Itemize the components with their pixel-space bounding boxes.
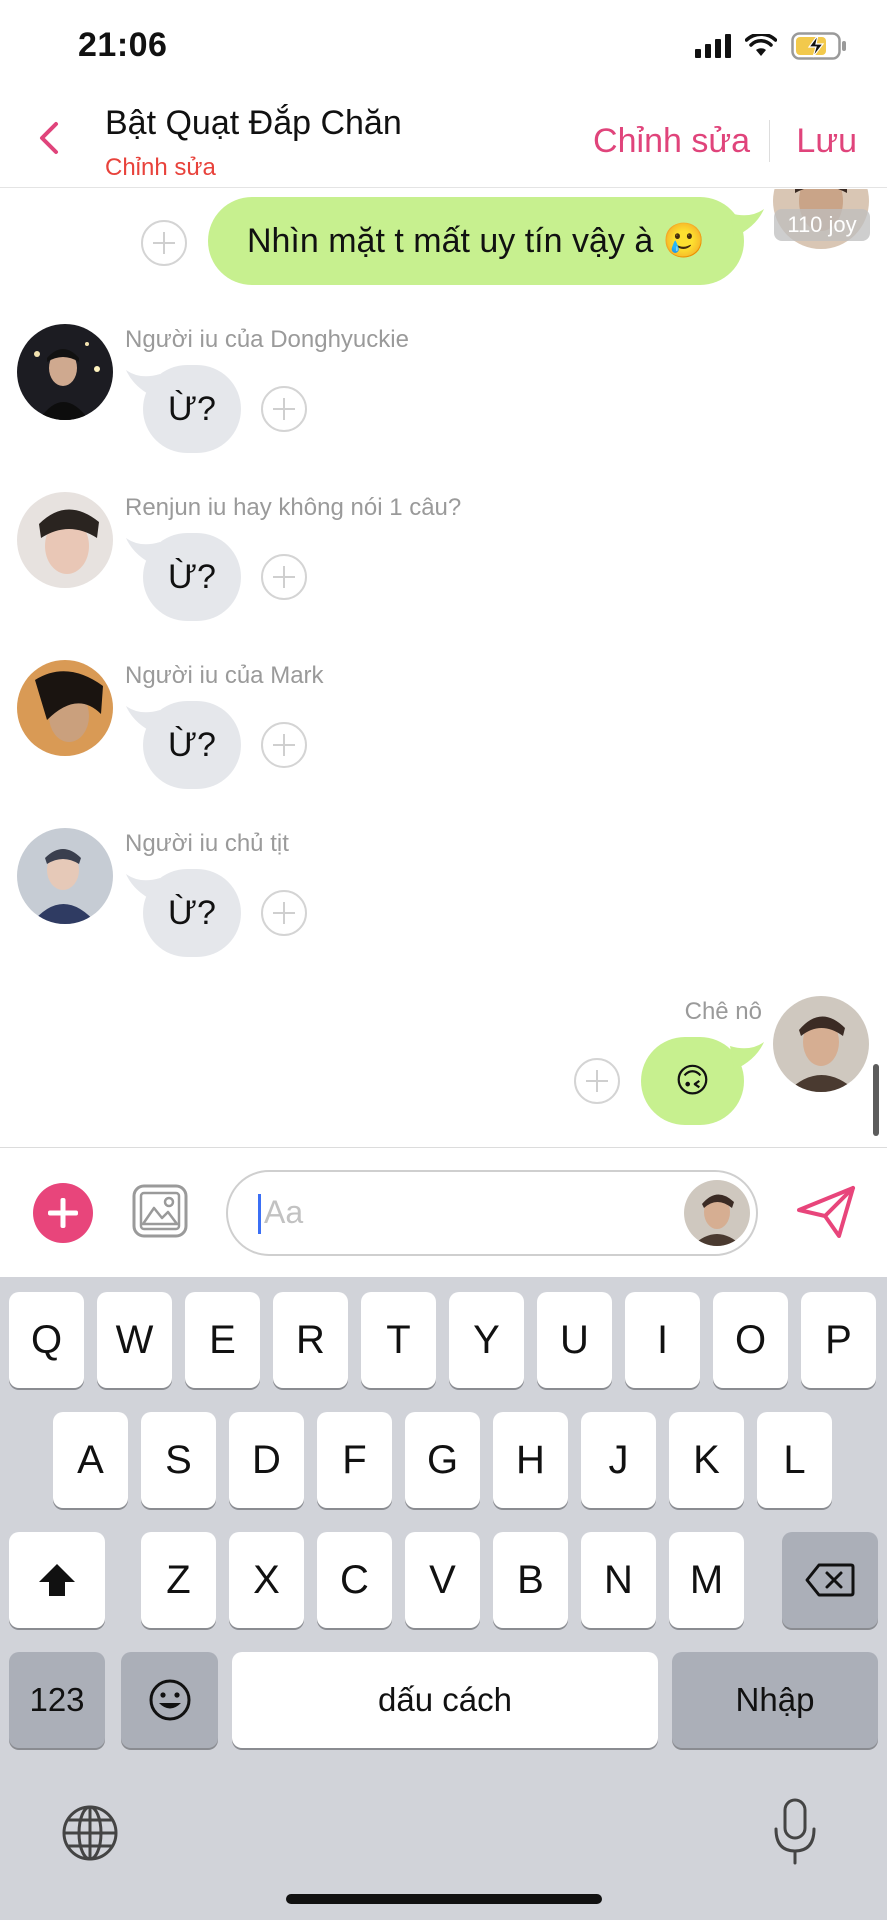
reaction-badge: 110 joy <box>774 209 870 241</box>
bubble-tail <box>730 1042 764 1070</box>
message-bubble[interactable]: Ừ? <box>143 533 241 621</box>
emoji-key[interactable] <box>121 1652 218 1748</box>
sender-name: Người iu của Mark <box>125 662 324 689</box>
key-f[interactable]: F <box>317 1412 392 1508</box>
on-screen-keyboard: Q W E R T Y U I O P A S D F G H J K L Z … <box>0 1277 887 1920</box>
cellular-signal-icon <box>695 34 731 58</box>
key-k[interactable]: K <box>669 1412 744 1508</box>
key-h[interactable]: H <box>493 1412 568 1508</box>
add-reaction-button[interactable] <box>261 386 307 432</box>
back-chevron-icon[interactable] <box>30 118 70 158</box>
sender-name: Người iu của Donghyuckie <box>125 326 409 353</box>
message-text: Ừ? <box>168 389 216 428</box>
key-z[interactable]: Z <box>141 1532 216 1628</box>
message-bubble[interactable]: Ừ? <box>143 869 241 957</box>
message-bubble[interactable]: 🙃 <box>641 1037 744 1125</box>
avatar[interactable] <box>17 660 113 756</box>
message-text: 🙃 <box>674 1062 711 1100</box>
shift-key[interactable] <box>9 1532 105 1628</box>
key-q[interactable]: Q <box>9 1292 84 1388</box>
message-input[interactable]: Aa <box>226 1170 758 1256</box>
scrollbar[interactable] <box>873 1064 879 1136</box>
message-text: Ừ? <box>168 557 216 596</box>
key-b[interactable]: B <box>493 1532 568 1628</box>
add-reaction-button[interactable] <box>141 220 187 266</box>
sender-name: Chê nô <box>684 998 762 1025</box>
key-l[interactable]: L <box>757 1412 832 1508</box>
add-reaction-button[interactable] <box>261 890 307 936</box>
status-bar: 21:06 <box>0 0 887 90</box>
avatar[interactable] <box>17 828 113 924</box>
add-reaction-button[interactable] <box>261 554 307 600</box>
key-e[interactable]: E <box>185 1292 260 1388</box>
wifi-icon <box>745 34 777 56</box>
chat-title: Bật Quạt Đắp Chăn <box>105 104 402 142</box>
bubble-tail <box>730 209 764 237</box>
key-o[interactable]: O <box>713 1292 788 1388</box>
key-s[interactable]: S <box>141 1412 216 1508</box>
numbers-key[interactable]: 123 <box>9 1652 105 1748</box>
avatar[interactable] <box>773 996 869 1092</box>
sender-name: Renjun iu hay không nói 1 câu? <box>125 494 462 521</box>
status-time: 21:06 <box>78 26 168 64</box>
add-reaction-button[interactable] <box>574 1058 620 1104</box>
key-u[interactable]: U <box>537 1292 612 1388</box>
key-n[interactable]: N <box>581 1532 656 1628</box>
add-attachment-button[interactable] <box>33 1183 93 1243</box>
space-key[interactable]: dấu cách <box>232 1652 658 1748</box>
edit-button[interactable]: Chỉnh sửa <box>593 122 750 161</box>
key-i[interactable]: I <box>625 1292 700 1388</box>
battery-charging-icon <box>791 32 846 60</box>
avatar[interactable] <box>17 492 113 588</box>
emoji-icon <box>149 1679 190 1721</box>
status-icons <box>695 32 847 60</box>
sender-name: Người iu chủ tịt <box>125 830 289 857</box>
message-text: Nhìn mặt t mất uy tín vậy à 🥲 <box>246 222 706 260</box>
key-v[interactable]: V <box>405 1532 480 1628</box>
add-reaction-button[interactable] <box>261 722 307 768</box>
key-y[interactable]: Y <box>449 1292 524 1388</box>
key-j[interactable]: J <box>581 1412 656 1508</box>
message-composer: Aa <box>0 1147 887 1277</box>
message-list[interactable]: Nhìn mặt t mất uy tín vậy à 🥲 110 joy Ng… <box>0 189 887 1147</box>
microphone-icon[interactable] <box>770 1797 820 1867</box>
key-m[interactable]: M <box>669 1532 744 1628</box>
message-bubble[interactable]: Ừ? <box>143 701 241 789</box>
key-t[interactable]: T <box>361 1292 436 1388</box>
message-bubble[interactable]: Ừ? <box>143 365 241 453</box>
sender-avatar-selector[interactable] <box>684 1180 750 1246</box>
header-divider <box>769 120 770 162</box>
home-indicator[interactable] <box>286 1894 602 1904</box>
message-input-placeholder: Aa <box>264 1194 304 1230</box>
chat-subtitle[interactable]: Chỉnh sửa <box>105 154 216 182</box>
avatar[interactable] <box>17 324 113 420</box>
key-x[interactable]: X <box>229 1532 304 1628</box>
key-r[interactable]: R <box>273 1292 348 1388</box>
backspace-icon <box>805 1563 855 1597</box>
send-icon[interactable] <box>795 1184 857 1240</box>
text-caret <box>258 1194 261 1234</box>
message-bubble[interactable]: Nhìn mặt t mất uy tín vậy à 🥲 <box>208 197 744 285</box>
key-a[interactable]: A <box>53 1412 128 1508</box>
return-key[interactable]: Nhập <box>672 1652 878 1748</box>
save-button[interactable]: Lưu <box>796 122 857 161</box>
globe-icon[interactable] <box>60 1803 120 1863</box>
backspace-key[interactable] <box>782 1532 878 1628</box>
image-picker-icon[interactable] <box>132 1184 188 1238</box>
key-w[interactable]: W <box>97 1292 172 1388</box>
chat-header: Bật Quạt Đắp Chăn Chỉnh sửa Chỉnh sửa Lư… <box>0 90 887 188</box>
key-d[interactable]: D <box>229 1412 304 1508</box>
message-text: Ừ? <box>168 893 216 932</box>
message-text: Ừ? <box>168 725 216 764</box>
key-c[interactable]: C <box>317 1532 392 1628</box>
shift-icon <box>39 1564 75 1596</box>
key-g[interactable]: G <box>405 1412 480 1508</box>
key-p[interactable]: P <box>801 1292 876 1388</box>
